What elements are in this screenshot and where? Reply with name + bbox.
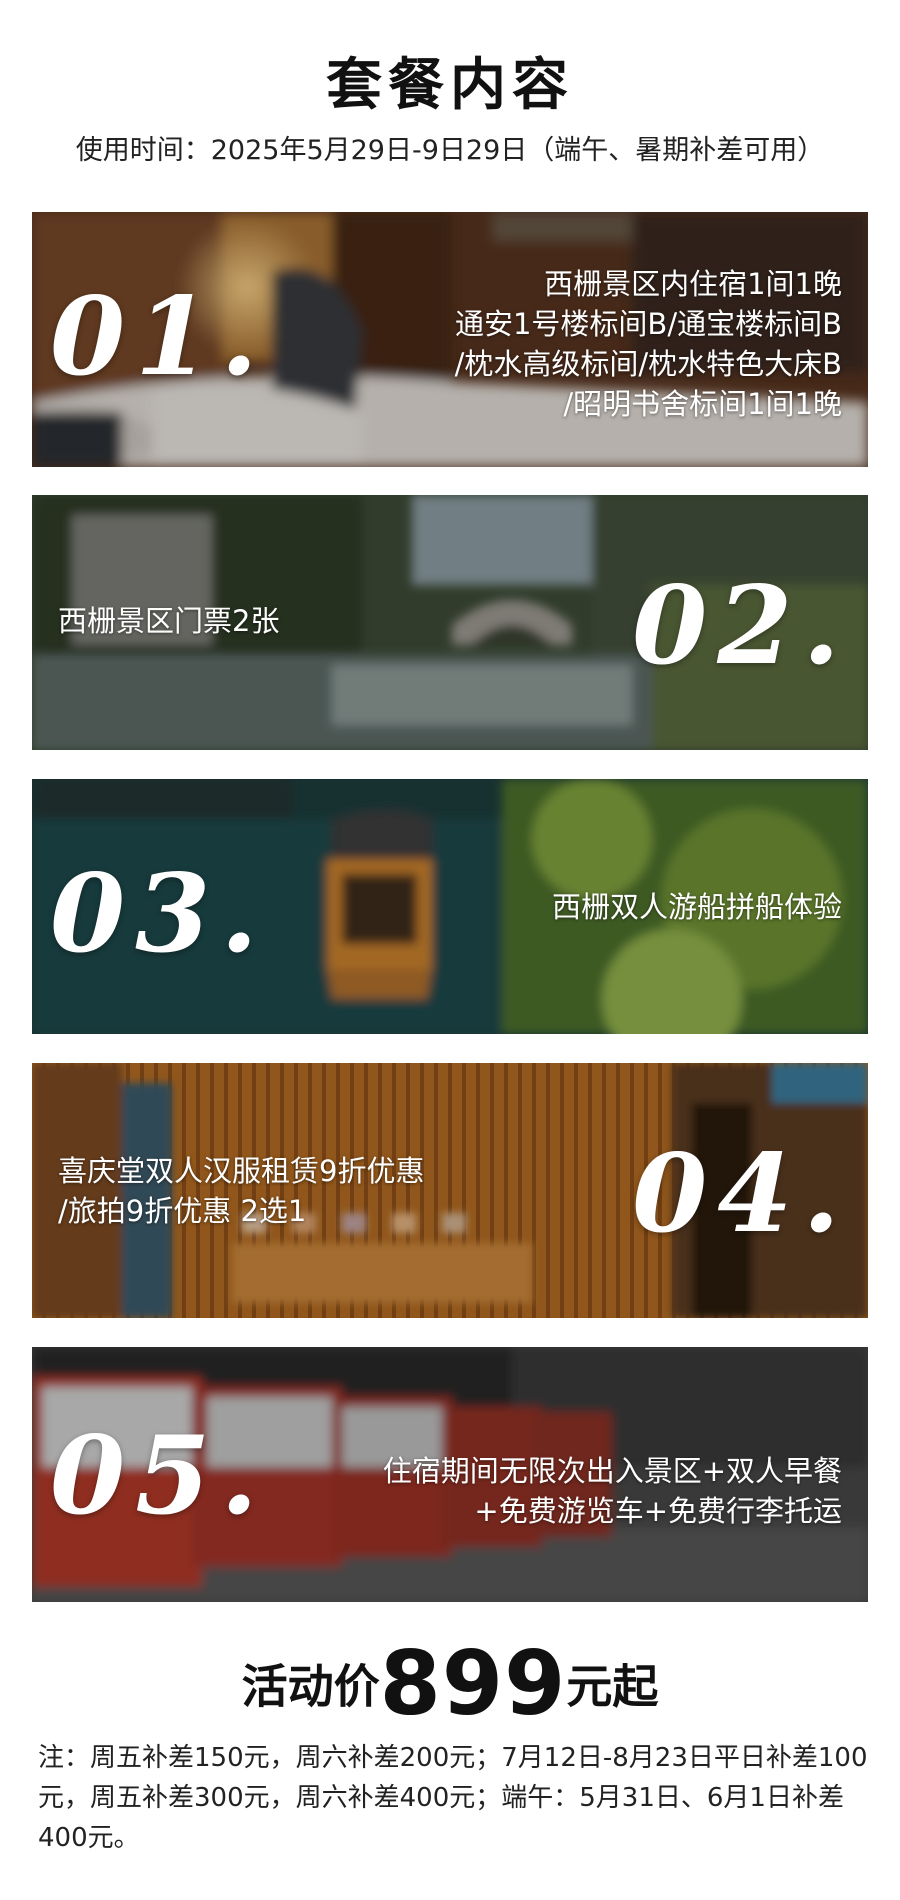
item-description: 西栅双人游船拼船体验 (551, 890, 842, 924)
item-description: 西栅景区门票2张 (58, 604, 280, 638)
package-item-1: 01. 西栅景区内住宿1间1晚 通安1号楼标间B/通宝楼标间B /枕水高级标间/… (32, 212, 868, 467)
item-description: 西栅景区内住宿1间1晚 通安1号楼标间B/通宝楼标间B /枕水高级标间/枕水特色… (454, 267, 842, 421)
item-description: 喜庆堂双人汉服租赁9折优惠 /旅拍9折优惠 2选1 (58, 1154, 425, 1228)
package-item-5: 05. 住宿期间无限次出入景区+双人早餐 +免费游览车+免费行李托运 (32, 1347, 868, 1602)
item-number: 04. (632, 1131, 850, 1257)
price-amount: 899 (379, 1632, 567, 1735)
price-suffix: 元起 (566, 1659, 659, 1714)
item-number: 03. (50, 851, 268, 977)
usage-period: 使用时间：2025年5月29日-9日29日（端午、暑期补差可用） (75, 135, 825, 166)
surcharge-note: 注：周五补差150元，周六补差200元；7月12日-8月23日平日补差100元，… (38, 1743, 868, 1853)
package-title: 套餐内容 (326, 53, 574, 118)
promo-price: 活动价899元起 (0, 1632, 900, 1735)
package-item-4: 喜庆堂双人汉服租赁9折优惠 /旅拍9折优惠 2选1 04. (32, 1063, 868, 1318)
item-number: 02. (632, 563, 850, 689)
item-number: 01. (50, 274, 268, 400)
item-description: 住宿期间无限次出入景区+双人早餐 +免费游览车+免费行李托运 (382, 1454, 842, 1528)
item-number: 05. (50, 1413, 268, 1539)
price-prefix: 活动价 (241, 1659, 380, 1714)
package-item-3: 03. 西栅双人游船拼船体验 (32, 779, 868, 1034)
package-item-2: 西栅景区门票2张 02. (32, 495, 868, 750)
